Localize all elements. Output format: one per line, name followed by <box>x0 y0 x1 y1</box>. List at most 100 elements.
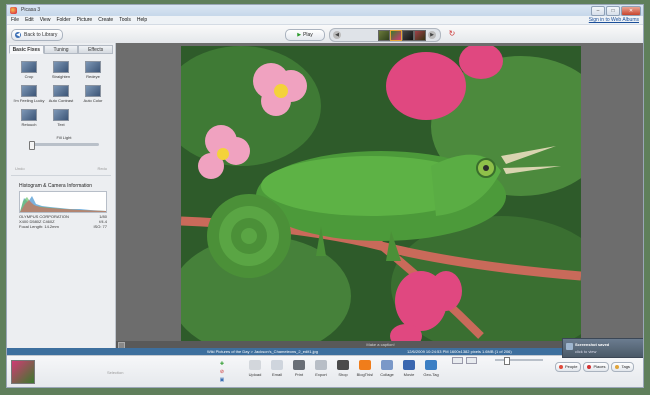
i-m-feeling-lucky-button[interactable]: I'm Feeling Lucky <box>13 85 45 103</box>
shop-button[interactable]: Shop <box>335 360 351 377</box>
fill-light-slider[interactable] <box>29 141 99 150</box>
play-icon: ▶ <box>297 32 302 38</box>
zoom-slider[interactable] <box>495 359 543 361</box>
redo-button[interactable]: Redo <box>97 166 107 171</box>
crop-button[interactable]: Crop <box>13 61 45 79</box>
histogram <box>19 191 107 213</box>
menu-help[interactable]: Help <box>137 17 147 23</box>
notification-title: Screenshot saved <box>575 342 610 347</box>
people-button[interactable]: People <box>555 362 582 372</box>
tab-basic-fixes[interactable]: Basic Fixes <box>9 45 44 54</box>
view-mode-icons <box>452 357 477 364</box>
menu-edit[interactable]: Edit <box>25 17 34 23</box>
rotate-share-icon[interactable]: ↻ <box>447 29 457 39</box>
retouch-button[interactable]: Retouch <box>13 109 45 127</box>
upload-icon <box>249 360 261 370</box>
places-label: Places <box>593 364 606 369</box>
upload-button[interactable]: Upload <box>247 360 263 377</box>
toolbar: ◀ Back to Library ▶ Play ◀ ▶ ↻ <box>7 25 643 44</box>
zoom-slider-knob[interactable] <box>503 357 510 365</box>
minimize-button[interactable]: – <box>591 6 605 16</box>
menu-picture[interactable]: Picture <box>77 17 93 23</box>
straighten-button[interactable]: Straighten <box>45 61 77 79</box>
edit-tabs: Basic Fixes Tuning Effects <box>9 45 114 54</box>
tab-tuning[interactable]: Tuning <box>43 45 79 54</box>
blogthis-button[interactable]: BlogThis! <box>357 360 373 377</box>
auto-color-button[interactable]: Auto Color <box>77 85 109 103</box>
file-details: 12/6/2009 10:24:53 PM 1600x1382 pixels 1… <box>407 349 512 354</box>
back-to-library-button[interactable]: ◀ Back to Library <box>11 29 64 41</box>
email-button[interactable]: Email <box>269 360 285 377</box>
picasa-window: Picasa 3 – □ ✕ File Edit View Folder Picture… <box>6 4 644 388</box>
text-button[interactable]: Text <box>45 109 77 127</box>
tags-button[interactable]: Tags <box>611 362 634 372</box>
tool-label: Crop <box>24 74 34 79</box>
zoom-control <box>485 357 547 365</box>
strip-thumbnail-current[interactable] <box>390 30 402 41</box>
menu-bar: File Edit View Folder Picture Create Tools Help… <box>7 16 643 25</box>
strip-prev-button[interactable]: ◀ <box>333 31 341 39</box>
camera-information: OLYMPUS CORPORATION 1/80 X400 D580Z C460Z f… <box>19 214 107 229</box>
strip-thumbnail[interactable] <box>414 30 426 41</box>
caption-placeholder: Make a caption! <box>366 342 395 347</box>
collage-button[interactable]: Collage <box>379 360 395 377</box>
crop-icon <box>21 61 37 73</box>
tray-buttons: ✚ ⊘ ▣ <box>219 361 227 383</box>
info-bar: Wiki Pictures of the Day > Jackson's_Cha… <box>7 348 643 355</box>
movie-button[interactable]: Movie <box>401 360 417 377</box>
title-bar: Picasa 3 – □ ✕ <box>7 5 643 16</box>
fill-light-slider-knob[interactable] <box>29 141 35 150</box>
maximize-button[interactable]: □ <box>606 6 620 16</box>
collage-label: Collage <box>380 372 394 377</box>
file-path: Wiki Pictures of the Day > Jackson's_Cha… <box>207 349 318 354</box>
strip-thumbnail[interactable] <box>402 30 414 41</box>
shop-icon <box>337 360 349 370</box>
menu-create[interactable]: Create <box>98 17 113 23</box>
clear-icon[interactable]: ⊘ <box>219 369 225 375</box>
print-button[interactable]: Print <box>291 360 307 377</box>
movie-icon <box>403 360 415 370</box>
hold-icon[interactable]: ✚ <box>219 361 225 367</box>
menu-tools[interactable]: Tools <box>119 17 131 23</box>
camera-info-row: Focal Length: 14.2mm ISO: 77 <box>19 224 107 229</box>
geo-tag-label: Geo-Tag <box>423 372 439 377</box>
picasa-logo-icon <box>10 7 17 14</box>
fill-light-control: Fill Light <box>29 135 99 150</box>
view-single-icon[interactable] <box>452 357 463 364</box>
i-m-feeling-lucky-icon <box>21 85 37 97</box>
selection-label: Selection <box>107 370 124 375</box>
export-label: Export <box>315 372 327 377</box>
play-slideshow-button[interactable]: ▶ Play <box>285 29 325 41</box>
close-button[interactable]: ✕ <box>621 6 641 16</box>
menu-folder[interactable]: Folder <box>56 17 70 23</box>
notification-popup[interactable]: Screenshot saved click to view <box>562 338 643 358</box>
undo-redo-row: Undo Redo <box>15 166 107 171</box>
sign-in-link[interactable]: Sign in to Web Albums <box>589 17 639 23</box>
menu-view[interactable]: View <box>40 17 51 23</box>
tool-label: Redeye <box>86 74 100 79</box>
places-button[interactable]: Places <box>583 362 610 372</box>
back-to-library-label: Back to Library <box>24 32 58 38</box>
upload-label: Upload <box>248 372 262 377</box>
edit-panel: Basic Fixes Tuning Effects Crop Straighten R… <box>7 43 116 348</box>
tab-effects[interactable]: Effects <box>78 45 114 54</box>
undo-button[interactable]: Undo <box>15 166 25 171</box>
strip-thumbnail[interactable] <box>378 30 390 41</box>
add-to-album-icon[interactable]: ▣ <box>219 377 225 383</box>
redeye-button[interactable]: Redeye <box>77 61 109 79</box>
divider <box>11 175 111 176</box>
auto-contrast-button[interactable]: Auto Contrast <box>45 85 77 103</box>
collage-icon <box>381 360 393 370</box>
chameleon-photo[interactable] <box>181 46 581 341</box>
chameleon-image <box>181 46 581 341</box>
play-label: Play <box>303 32 313 38</box>
strip-next-button[interactable]: ▶ <box>428 31 436 39</box>
menu-items: File Edit View Folder Picture Create Tools Help <box>11 17 147 23</box>
straighten-icon <box>53 61 69 73</box>
tray-thumbnail[interactable] <box>11 360 35 384</box>
export-button[interactable]: Export <box>313 360 329 377</box>
tag-pills: People Places Tags <box>555 362 634 372</box>
view-compare-icon[interactable] <box>466 357 477 364</box>
geo-tag-button[interactable]: Geo-Tag <box>423 360 439 377</box>
menu-file[interactable]: File <box>11 17 19 23</box>
